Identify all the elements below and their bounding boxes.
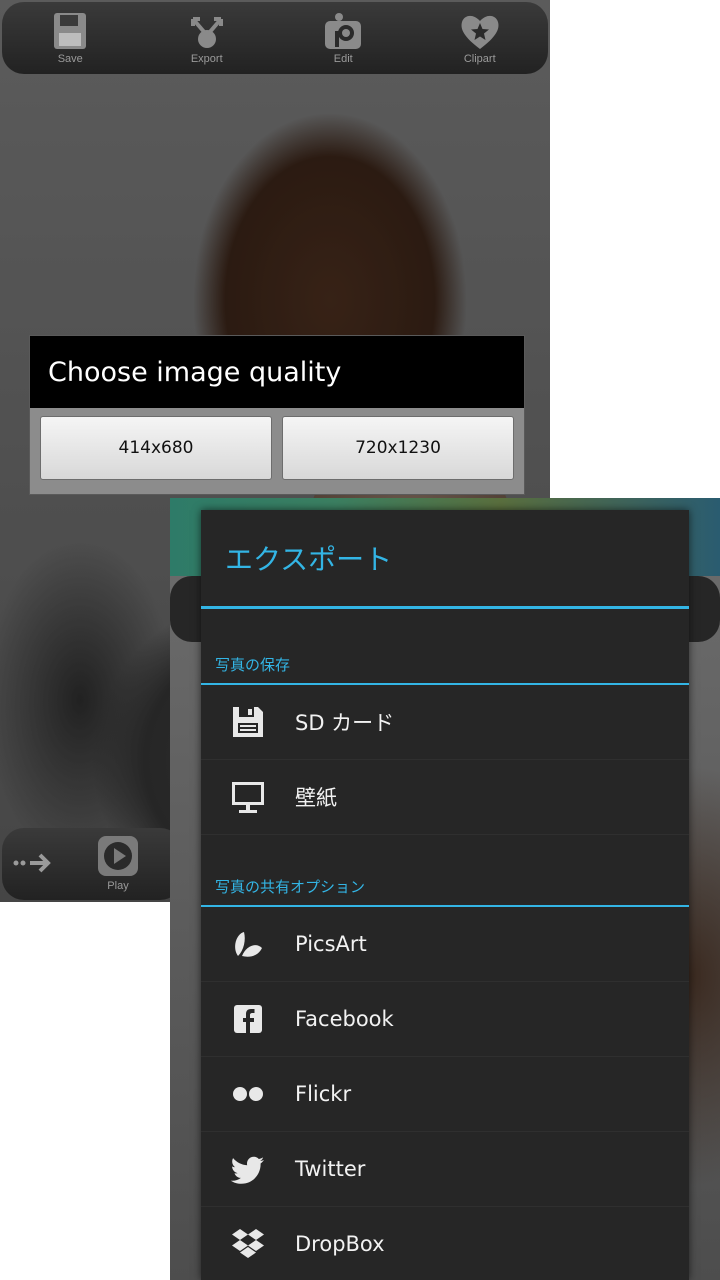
menu-item-label: Flickr (295, 1082, 352, 1106)
picsart-logo-icon (235, 932, 262, 957)
export-dialog-title: エクスポート (225, 543, 393, 576)
edit-label: Edit (333, 53, 353, 65)
dropbox-icon (232, 1229, 264, 1258)
dialog-title: Choose image quality (30, 336, 524, 408)
clipart-label: Clipart (463, 53, 496, 65)
dialog-button-row: 414x680 720x1230 (30, 408, 524, 488)
menu-item-dropbox[interactable]: DropBox (201, 1207, 689, 1280)
floppy-disk-icon (54, 13, 87, 49)
quality-option-high[interactable]: 720x1230 (282, 416, 514, 480)
edit-button[interactable]: Edit (283, 11, 403, 65)
menu-item-picsart[interactable]: PicsArt (201, 907, 689, 982)
menu-item-flickr[interactable]: Flickr (201, 1057, 689, 1132)
share-arrows-icon (190, 17, 223, 48)
export-dialog: エクスポート 写真の保存 SD カード 壁紙 写真の共有オプション PicsAr… (201, 510, 689, 1280)
menu-item-label: DropBox (295, 1232, 385, 1256)
play-icon (98, 836, 138, 876)
menu-item-sd-card[interactable]: SD カード (201, 685, 689, 760)
play-label: Play (107, 880, 129, 892)
monitor-icon (232, 782, 264, 813)
facebook-icon (234, 1005, 262, 1033)
menu-item-label: 壁紙 (295, 786, 337, 810)
twitter-bird-icon (230, 1156, 264, 1184)
export-label: Export (190, 53, 223, 65)
clipart-button[interactable]: Clipart (420, 11, 540, 65)
heart-star-icon (461, 15, 499, 50)
menu-item-twitter[interactable]: Twitter (201, 1132, 689, 1207)
top-toolbar: Save Export Edit Clipart (2, 2, 548, 74)
menu-item-label: Twitter (295, 1157, 366, 1181)
play-button[interactable]: Play (94, 834, 142, 892)
section-header-share: 写真の共有オプション (215, 878, 366, 896)
dotted-arrow-icon[interactable] (12, 848, 52, 878)
section-header-save: 写真の保存 (215, 656, 291, 674)
flickr-icon (233, 1087, 263, 1101)
menu-item-label: Facebook (295, 1007, 394, 1031)
menu-item-label: PicsArt (295, 932, 367, 956)
save-label: Save (57, 53, 83, 65)
screenshot-export-menu: エクスポート 写真の保存 SD カード 壁紙 写真の共有オプション PicsAr… (170, 498, 720, 1280)
image-quality-dialog: Choose image quality 414x680 720x1230 (29, 335, 525, 495)
save-button[interactable]: Save (10, 11, 130, 65)
menu-item-label: SD カード (295, 711, 395, 735)
picsart-edit-icon (325, 13, 362, 49)
menu-item-facebook[interactable]: Facebook (201, 982, 689, 1057)
sd-card-save-icon (233, 707, 263, 737)
bottom-toolbar: Play (2, 828, 182, 900)
quality-option-low[interactable]: 414x680 (40, 416, 272, 480)
menu-item-wallpaper[interactable]: 壁紙 (201, 760, 689, 835)
export-button[interactable]: Export (147, 11, 267, 65)
